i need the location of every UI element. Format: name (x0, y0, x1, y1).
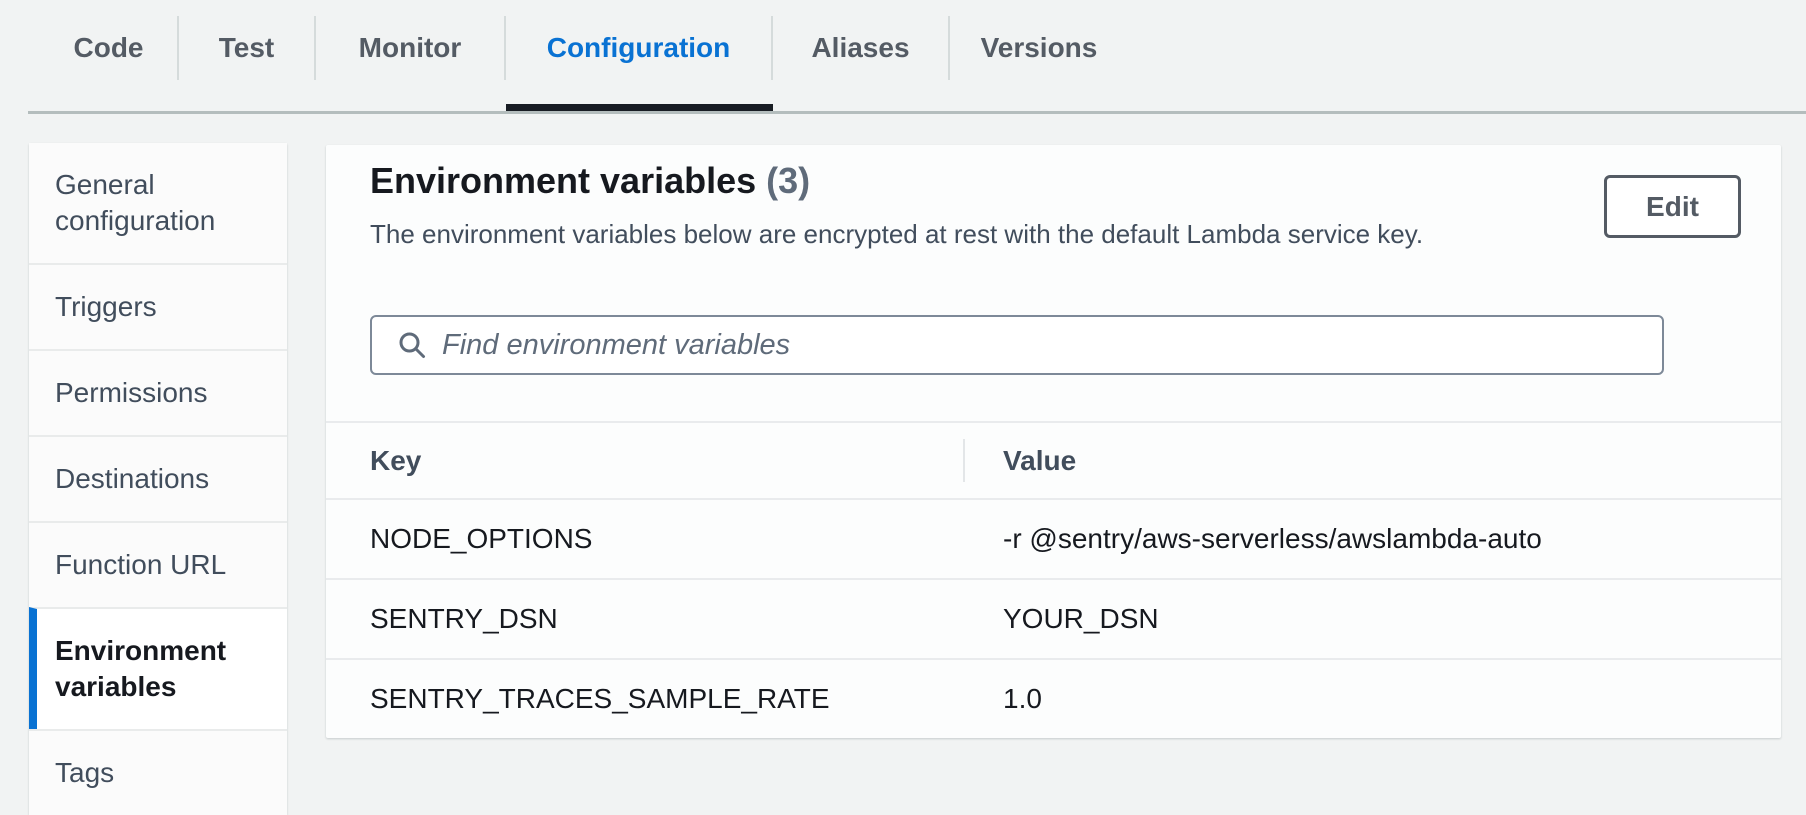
environment-variables-panel: Environment variables (3) Edit The envir… (326, 145, 1781, 738)
env-var-value-text: YOUR_DSN (1003, 603, 1159, 635)
sidebar-item-environment-variables[interactable]: Environment variables (29, 607, 287, 729)
sidebar-item-function-url[interactable]: Function URL (29, 521, 287, 607)
tab-test[interactable]: Test (179, 16, 316, 80)
env-var-value-text: 1.0 (1003, 683, 1042, 715)
column-header-value-label: Value (1003, 445, 1076, 477)
panel-count-badge: (3) (766, 160, 810, 201)
env-var-key: SENTRY_TRACES_SAMPLE_RATE (326, 683, 963, 715)
configuration-sidebar: General configuration Triggers Permissio… (29, 143, 287, 815)
env-var-value: 1.0 (963, 660, 1781, 738)
search-input[interactable] (442, 329, 1644, 362)
sidebar-item-triggers[interactable]: Triggers (29, 263, 287, 349)
env-var-key: NODE_OPTIONS (326, 523, 963, 555)
env-var-value: -r @sentry/aws-serverless/awslambda-auto (963, 500, 1781, 578)
active-tab-indicator (506, 104, 773, 111)
lambda-configuration-page: Code Test Monitor Configuration Aliases … (0, 0, 1806, 764)
search-icon (396, 329, 428, 361)
table-row: SENTRY_TRACES_SAMPLE_RATE 1.0 (326, 658, 1781, 738)
sidebar-item-destinations[interactable]: Destinations (29, 435, 287, 521)
tab-configuration[interactable]: Configuration (506, 16, 773, 80)
table-header-row: Key Value (326, 421, 1781, 498)
column-header-key: Key (326, 445, 963, 477)
environment-variables-table: Key Value NODE_OPTIONS -r @sentry/aws-se… (326, 421, 1781, 738)
tab-bar-divider (28, 111, 1806, 114)
table-row: NODE_OPTIONS -r @sentry/aws-serverless/a… (326, 498, 1781, 578)
sidebar-item-permissions[interactable]: Permissions (29, 349, 287, 435)
tab-monitor[interactable]: Monitor (316, 16, 506, 80)
panel-title: Environment variables (3) (370, 159, 1741, 203)
column-header-value: Value (963, 423, 1781, 498)
panel-title-text: Environment variables (370, 160, 756, 201)
column-divider (963, 439, 965, 482)
env-var-key: SENTRY_DSN (326, 603, 963, 635)
tab-code[interactable]: Code (40, 16, 179, 80)
table-row: SENTRY_DSN YOUR_DSN (326, 578, 1781, 658)
sidebar-item-tags[interactable]: Tags (29, 729, 287, 815)
edit-button[interactable]: Edit (1604, 175, 1741, 238)
tab-aliases[interactable]: Aliases (773, 16, 950, 80)
tab-versions[interactable]: Versions (950, 16, 1128, 80)
env-var-value: YOUR_DSN (963, 580, 1781, 658)
panel-description: The environment variables below are encr… (370, 217, 1741, 251)
sidebar-item-general-configuration[interactable]: General configuration (29, 143, 287, 263)
env-var-value-text: -r @sentry/aws-serverless/awslambda-auto (1003, 523, 1542, 555)
search-field-container (370, 315, 1664, 375)
panel-header: Environment variables (3) Edit The envir… (326, 145, 1781, 375)
function-tab-bar: Code Test Monitor Configuration Aliases … (40, 16, 1128, 80)
